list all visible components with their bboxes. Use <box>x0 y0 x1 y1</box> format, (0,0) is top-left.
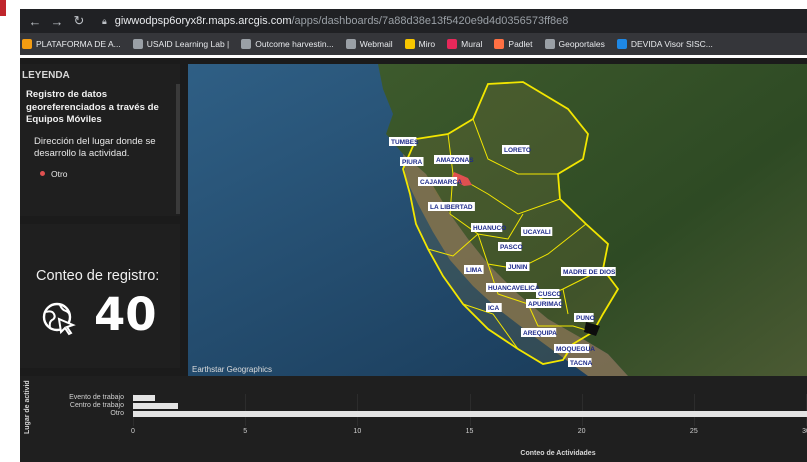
bookmark-label: Outcome harvestin... <box>255 39 334 49</box>
chart-category-label: Centro de trabajo <box>69 402 124 409</box>
region-label: TUMBES <box>391 139 419 146</box>
back-arrow-icon[interactable]: ← <box>24 14 46 29</box>
chart-bar[interactable] <box>133 395 156 401</box>
indicator-value: 40 <box>94 288 157 341</box>
bookmark-label: USAID Learning Lab | <box>146 39 230 49</box>
chart-x-tick: 0 <box>131 428 135 435</box>
chart-gridline <box>469 394 471 426</box>
chart-gridline <box>245 394 247 426</box>
chart-x-tick: 5 <box>243 428 248 435</box>
dashboard: LEYENDA Registro de datos georeferenciad… <box>14 58 807 462</box>
bookmark-item[interactable]: Outcome harvestin... <box>241 39 334 49</box>
padlet-icon <box>494 39 505 49</box>
region-label: UCAYALI <box>523 229 551 236</box>
bookmark-label: Padlet <box>508 39 533 49</box>
red-accent <box>0 0 6 16</box>
globe-cursor-icon <box>42 302 76 336</box>
legend-field-title: Dirección del lugar donde se desarrollo … <box>34 135 156 160</box>
bookmarks-bar: PLATAFORMA DE A... USAID Learning Lab | Ou… <box>0 33 807 55</box>
bookmark-item[interactable]: DEVIDA Visor SISC... <box>616 39 713 49</box>
legend-title: LEYENDA <box>22 70 70 81</box>
bookmark-item[interactable]: Webmail <box>345 39 393 49</box>
chart-panel: Lugar de activid 0 5 10 15 20 25 30 Evento de t… <box>18 376 807 462</box>
devida-icon <box>616 39 627 49</box>
region-label: AREQUIPA <box>523 330 557 337</box>
chart-x-tick: 25 <box>689 428 698 435</box>
legend-scrollbar[interactable] <box>176 84 180 214</box>
region-label: LIMA <box>466 267 482 274</box>
url-field[interactable]: 🔒︎ giwwodpsp6oryx8r.maps.arcgis.com /app… <box>102 12 807 30</box>
chart-y-axis-label: Lugar de activid <box>24 380 31 434</box>
chart-x-tick: 30 <box>802 428 807 435</box>
url-host: giwwodpsp6oryx8r.maps.arcgis.com <box>114 15 292 27</box>
legend-panel: LEYENDA Registro de datos georeferenciad… <box>18 64 180 216</box>
region-label: CAJAMARCA <box>420 179 462 186</box>
chart-x-axis-label: Conteo de Actividades <box>520 450 596 457</box>
miro-icon <box>404 39 415 49</box>
bookmark-item[interactable]: USAID Learning Lab | <box>132 39 230 49</box>
bookmark-label: Webmail <box>359 39 393 49</box>
bookmark-item[interactable]: Geoportales <box>544 39 605 49</box>
bookmark-item[interactable]: PLATAFORMA DE A... <box>22 39 121 49</box>
chart-gridline <box>693 394 695 426</box>
bookmark-item[interactable]: Miro <box>404 39 436 49</box>
geoportal-icon <box>544 39 555 49</box>
forward-arrow-icon[interactable]: → <box>46 14 68 29</box>
chart-category-label: Otro <box>110 410 124 417</box>
region-label: LORETO <box>504 147 531 154</box>
map-attribution: Earthstar Geographics <box>192 365 273 374</box>
bookmark-item[interactable]: Mural <box>447 39 482 49</box>
region-label: PUNO <box>576 315 595 322</box>
page-icon <box>241 39 252 49</box>
map-view[interactable]: TUMBES PIURA AMAZONAS LORETO CAJAMARCA LA LIB… <box>188 64 807 376</box>
chart-x-tick: 10 <box>353 428 362 435</box>
chart-category-label: Evento de trabajo <box>69 394 124 401</box>
region-label: PIURA <box>402 159 423 166</box>
reload-icon[interactable]: ↻ <box>68 13 90 29</box>
chart-x-tick: 20 <box>577 428 586 435</box>
region-label: JUNIN <box>508 264 528 271</box>
map-canvas[interactable]: TUMBES PIURA AMAZONAS LORETO CAJAMARCA LA LIB… <box>188 64 807 376</box>
chart-bar[interactable] <box>133 403 178 409</box>
region-label: HUANUCO <box>473 225 506 232</box>
region-label: ICA <box>488 305 500 312</box>
chart-bar[interactable] <box>133 411 807 417</box>
mural-icon <box>447 39 458 49</box>
left-margin <box>0 0 20 462</box>
bookmark-label: DEVIDA Visor SISC... <box>630 39 713 49</box>
region-label: LA LIBERTAD <box>430 204 473 211</box>
bookmark-item[interactable]: Padlet <box>494 39 533 49</box>
url-path: /apps/dashboards/7a88d38e13f5420e9d4d035… <box>291 15 569 27</box>
region-label: MADRE DE DIOS <box>563 269 616 276</box>
lock-icon: 🔒︎ <box>102 15 107 26</box>
region-label: PASCO <box>500 244 523 251</box>
region-label: APURIMAC <box>528 301 563 308</box>
chart-x-tick: 15 <box>465 428 474 435</box>
chart-gridline <box>581 394 583 426</box>
region-label: AMAZONAS <box>436 157 474 164</box>
legend-layer-title: Registro de datos georeferenciados a tra… <box>26 89 159 125</box>
sunrise-icon <box>22 39 32 49</box>
webmail-icon <box>345 39 356 49</box>
region-label: CUSCO <box>538 291 561 298</box>
bookmark-label: Mural <box>461 39 483 49</box>
region-label: MOQUEGUA <box>556 346 595 353</box>
indicator-panel: Conteo de registro: 40 <box>18 224 180 368</box>
bookmark-label: Miro <box>418 39 436 49</box>
chart-gridline <box>357 394 359 426</box>
region-label: TACNA <box>570 360 593 367</box>
bookmark-label: PLATAFORMA DE A... <box>36 39 121 49</box>
legend-dot-icon <box>40 171 45 176</box>
browser-address-bar: ← → ↻ 🔒︎ giwwodpsp6oryx8r.maps.arcgis.co… <box>0 9 807 33</box>
usaid-icon <box>132 39 143 49</box>
legend-item-otro: Otro <box>18 161 180 179</box>
legend-item-label: Otro <box>51 168 68 179</box>
bookmark-label: Geoportales <box>558 39 605 49</box>
indicator-title: Conteo de registro: <box>36 268 160 284</box>
region-label: HUANCAVELICA <box>488 285 540 292</box>
